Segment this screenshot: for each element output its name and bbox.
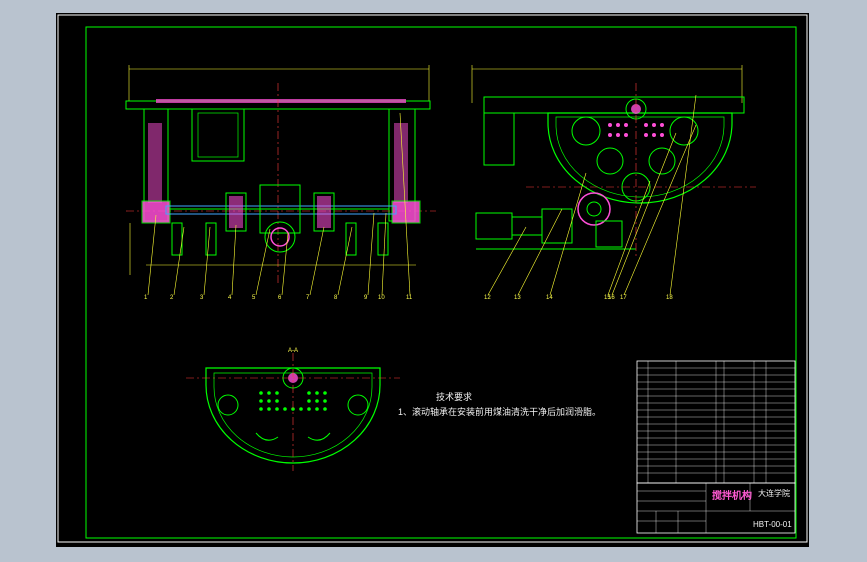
tech-requirements-title: 技术要求 (436, 392, 473, 402)
part-balloon-4: 4 (228, 295, 232, 301)
part-balloon-5: 5 (252, 295, 256, 301)
front-view (125, 65, 436, 296)
side-view (471, 65, 756, 296)
part-balloon-17: 17 (620, 295, 627, 301)
part-balloon-3: 3 (200, 295, 204, 301)
part-balloon-6: 6 (278, 295, 282, 301)
part-balloon-7: 7 (306, 295, 310, 301)
part-balloon-14: 14 (546, 295, 553, 301)
part-balloon-11: 11 (406, 295, 413, 301)
section-view (186, 353, 400, 471)
tech-requirements-note: 1、滚动轴承在安装前用煤油清洗干净后加润滑脂。 (398, 407, 602, 417)
part-balloon-9: 9 (364, 295, 368, 301)
part-balloon-18: 18 (666, 295, 673, 301)
part-balloon-10: 10 (378, 295, 385, 301)
assembly-drawing (57, 14, 808, 543)
parts-list (636, 360, 796, 484)
section-mark: A-A (288, 348, 299, 354)
part-balloon-2: 2 (170, 295, 174, 301)
part-balloon-16: 16 (608, 295, 615, 301)
sheet-frame-outer (57, 14, 808, 543)
part-balloon-1: 1 (144, 295, 148, 301)
part-balloon-8: 8 (334, 295, 338, 301)
title-block-name: 搅拌机构 (712, 491, 752, 502)
cad-viewport[interactable]: A-A 技术要求 1、滚动轴承在安装前用煤油清洗干净后加润滑脂。 搅拌机构 大连… (56, 13, 809, 547)
title-block-drawing-code: HBT-00-01 (753, 520, 792, 529)
part-balloon-12: 12 (484, 295, 491, 301)
part-balloon-13: 13 (514, 295, 521, 301)
sheet-frame-inner (85, 26, 797, 539)
title-block-school: 大连学院 (758, 489, 790, 498)
